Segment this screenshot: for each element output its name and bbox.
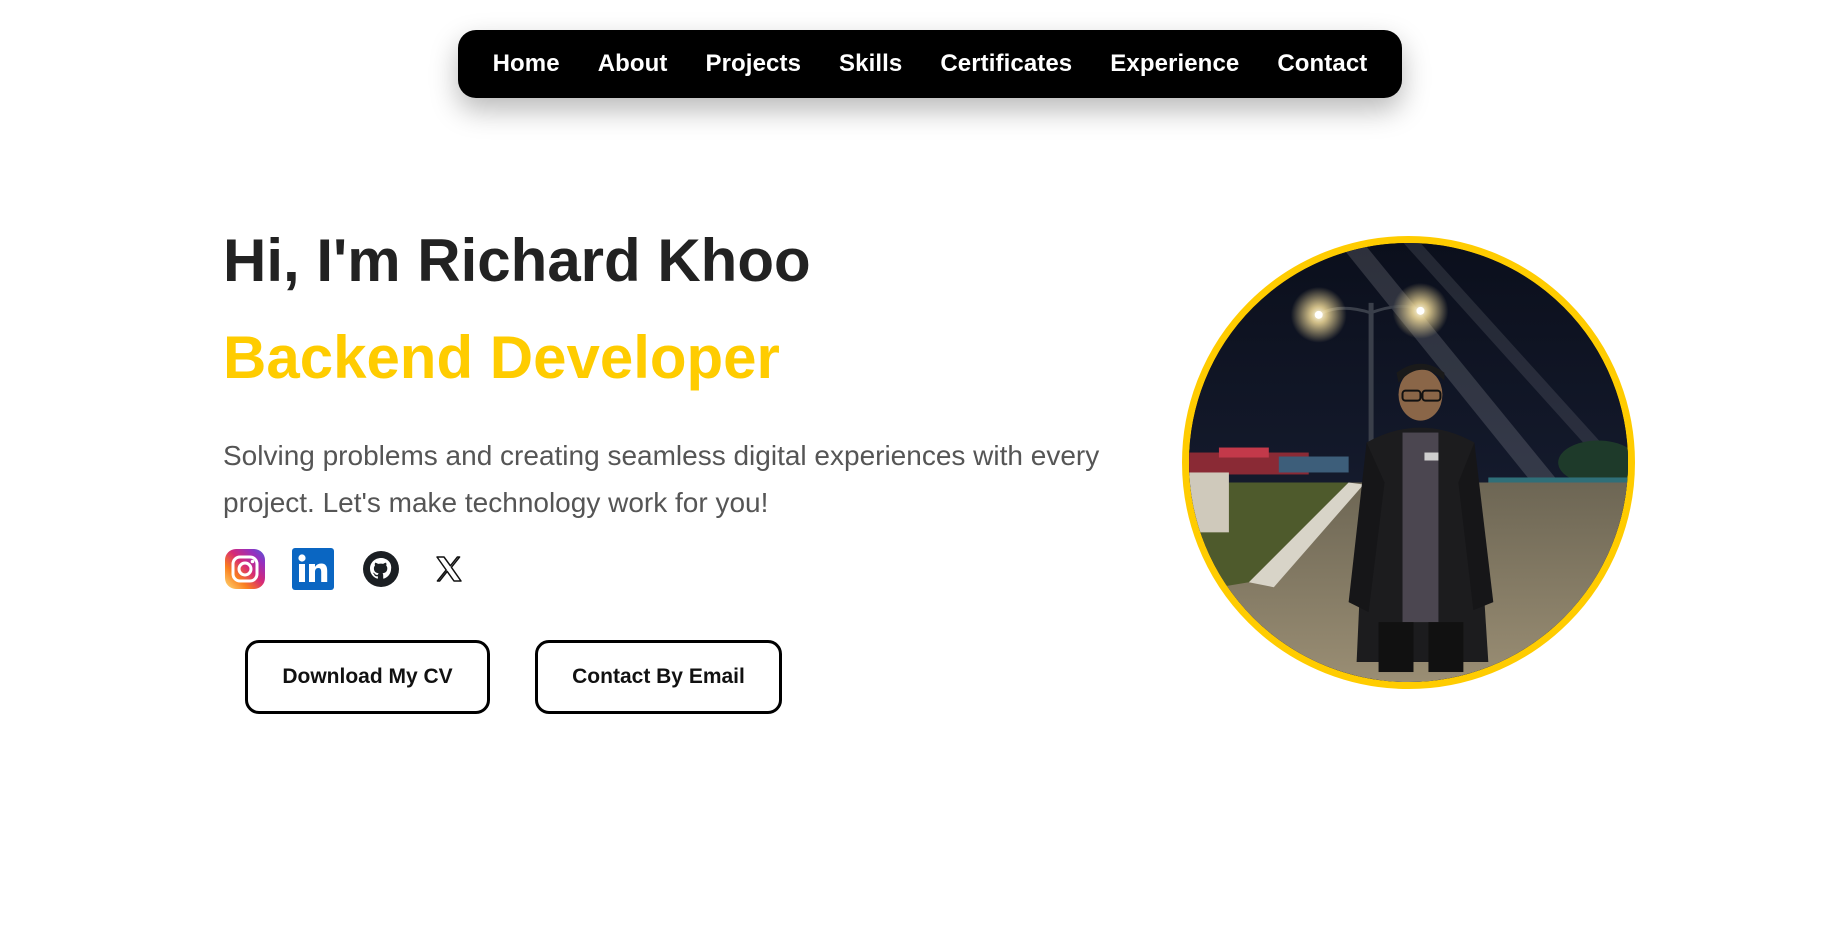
linkedin-icon[interactable]	[291, 547, 335, 591]
hero-greeting: Hi, I'm Richard Khoo	[223, 227, 811, 294]
nav-about-link[interactable]: About	[598, 50, 668, 78]
nav-skills-link[interactable]: Skills	[839, 50, 902, 78]
x-icon[interactable]	[427, 547, 471, 591]
nav-experience-link[interactable]: Experience	[1110, 50, 1239, 78]
hero-description: Solving problems and creating seamless d…	[223, 440, 1100, 518]
instagram-icon[interactable]	[223, 547, 267, 591]
nav-home-link[interactable]: Home	[493, 50, 560, 78]
hero-role-title: Backend Developer	[223, 324, 780, 391]
contact-email-button[interactable]: Contact By Email	[535, 640, 782, 714]
nav-contact-link[interactable]: Contact	[1277, 50, 1367, 78]
main-navbar: Home About Projects Skills Certificates …	[458, 30, 1402, 98]
nav-certificates-link[interactable]: Certificates	[940, 50, 1072, 78]
profile-photo	[1182, 236, 1635, 689]
github-icon[interactable]	[359, 547, 403, 591]
nav-projects-link[interactable]: Projects	[706, 50, 802, 78]
profile-photo-illustration	[1189, 243, 1628, 682]
social-links	[223, 547, 471, 591]
download-cv-button[interactable]: Download My CV	[245, 640, 490, 714]
